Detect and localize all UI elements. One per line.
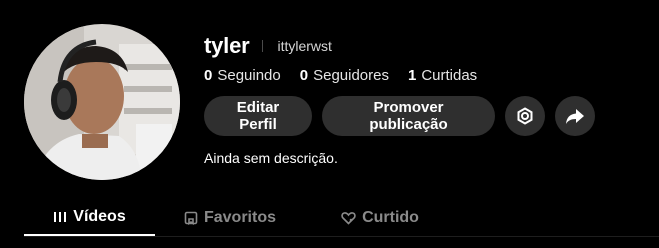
- stat-likes: 1 Curtidas: [408, 67, 477, 84]
- edit-profile-button[interactable]: Editar Perfil: [204, 96, 312, 136]
- avatar[interactable]: [24, 24, 180, 180]
- username: ittylerwst: [277, 38, 332, 54]
- tab-videos-label: Vídeos: [73, 208, 126, 225]
- stat-following-label: Seguindo: [217, 66, 281, 84]
- settings-button[interactable]: [505, 96, 545, 136]
- avatar-photo: [24, 24, 180, 180]
- stat-following[interactable]: 0 Seguindo: [204, 67, 281, 84]
- tab-favorites-label: Favoritos: [203, 209, 276, 226]
- stat-likes-count: 1: [407, 66, 417, 84]
- tab-videos[interactable]: Vídeos: [24, 200, 155, 236]
- name-row: tyler ittylerwst: [204, 33, 605, 59]
- promote-post-button[interactable]: Promover publicação: [322, 96, 495, 136]
- tabs-divider: [24, 236, 659, 237]
- profile-info: tyler ittylerwst 0 Seguindo 0 Seguidores 1…: [204, 33, 605, 166]
- display-name: tyler: [204, 33, 250, 58]
- profile-actions: Editar Perfil Promover publicação: [204, 96, 605, 136]
- profile-bio: Ainda sem descrição.: [204, 150, 338, 166]
- profile-stats: 0 Seguindo 0 Seguidores 1 Curtidas: [204, 66, 605, 84]
- bookmark-icon: [184, 211, 198, 225]
- grid-bars-icon: [54, 212, 67, 222]
- profile-tabs: Vídeos Favoritos Curtido: [24, 200, 455, 236]
- stat-following-count: 0: [204, 66, 213, 84]
- name-divider: [262, 40, 264, 52]
- share-button[interactable]: [555, 96, 595, 136]
- stat-likes-label: Curtidas: [421, 66, 478, 84]
- stat-followers[interactable]: 0 Seguidores: [300, 67, 389, 84]
- tab-favorites[interactable]: Favoritos: [155, 200, 305, 236]
- stat-followers-count: 0: [299, 66, 309, 84]
- tab-liked[interactable]: Curtido: [305, 200, 455, 236]
- stat-followers-label: Seguidores: [313, 66, 389, 84]
- gear-icon: [517, 107, 533, 125]
- tab-liked-label: Curtido: [362, 209, 419, 226]
- heart-icon: [341, 212, 356, 225]
- share-arrow-icon: [566, 109, 584, 124]
